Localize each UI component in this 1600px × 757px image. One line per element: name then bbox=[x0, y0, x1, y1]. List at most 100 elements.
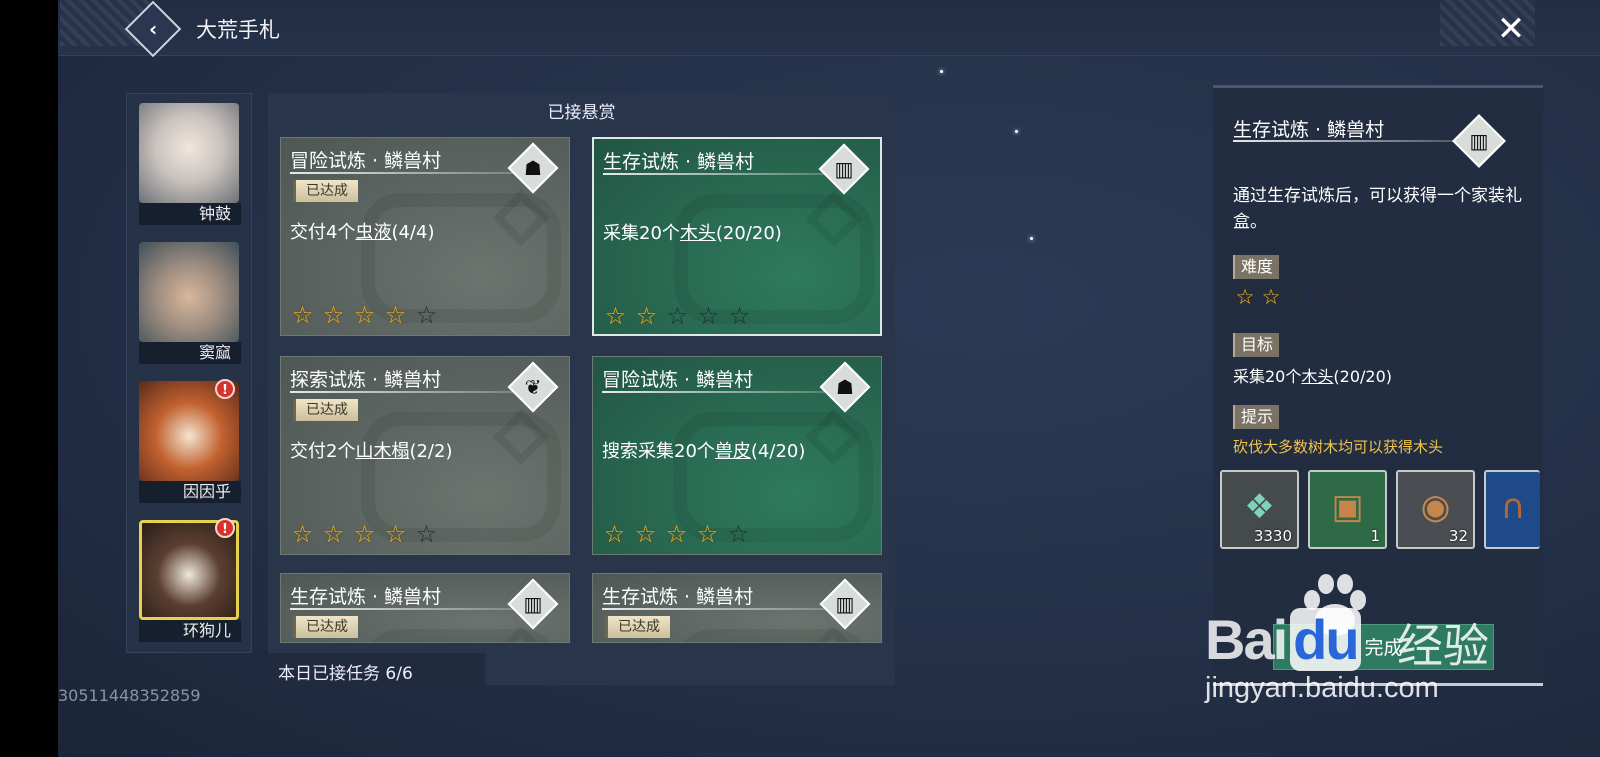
reward-item[interactable]: ∩ bbox=[1484, 470, 1540, 549]
scroll-icon: ▥ bbox=[507, 578, 559, 630]
quest-title-underline bbox=[290, 172, 515, 174]
achieved-badge: 已达成 bbox=[605, 616, 670, 638]
close-button[interactable]: ✕ bbox=[1490, 8, 1532, 50]
top-bar bbox=[58, 0, 1600, 56]
star-icon: ☆ bbox=[1261, 285, 1281, 309]
achieved-badge: 已达成 bbox=[293, 616, 358, 638]
quest-title: 探索试炼 · 鳞兽村 bbox=[290, 369, 442, 391]
user-id: 30511448352859 bbox=[58, 686, 201, 705]
quest-title-underline bbox=[602, 391, 827, 393]
quest-title: 生存试炼 · 鳞兽村 bbox=[602, 586, 754, 608]
star-icon: ☆ bbox=[353, 520, 376, 548]
star-icon: ☆ bbox=[666, 302, 689, 330]
star-icon: ☆ bbox=[727, 520, 750, 548]
close-icon: ✕ bbox=[1496, 9, 1526, 49]
star-icon: ☆ bbox=[384, 520, 407, 548]
star-icon: ☆ bbox=[634, 520, 657, 548]
quest-title: 生存试炼 · 鳞兽村 bbox=[290, 586, 442, 608]
difficulty-stars: ☆ ☆ ☆ ☆ ☆ bbox=[289, 521, 440, 548]
quest-detail-panel bbox=[1213, 85, 1543, 690]
avatar bbox=[139, 103, 239, 203]
star-icon: ☆ bbox=[353, 301, 376, 329]
scroll-icon: ▥ bbox=[818, 143, 870, 195]
star-icon: ☆ bbox=[384, 301, 407, 329]
achieved-badge: 已达成 bbox=[293, 399, 358, 421]
quest-title-underline bbox=[603, 173, 828, 175]
alert-icon: ! bbox=[215, 379, 235, 399]
beast-icon: ❦ bbox=[507, 361, 559, 413]
avatar bbox=[139, 242, 239, 342]
character-slot[interactable]: 钟鼓 bbox=[139, 103, 241, 227]
detail-title-underline bbox=[1233, 140, 1458, 142]
quest-card[interactable]: 生存试炼 · 鳞兽村 ▥ 采集20个木头(20/20) ☆ ☆ ☆ ☆ ☆ bbox=[592, 137, 882, 336]
alert-icon: ! bbox=[215, 518, 235, 538]
left-black-bar bbox=[0, 0, 58, 757]
detail-title: 生存试炼 · 鳞兽村 bbox=[1233, 119, 1385, 141]
quest-objective: 交付4个虫液(4/4) bbox=[290, 222, 435, 243]
star-icon: ☆ bbox=[291, 301, 314, 329]
difficulty-stars: ☆ ☆ ☆ ☆ ☆ bbox=[602, 303, 753, 330]
quest-objective: 交付2个山木榻(2/2) bbox=[290, 441, 453, 462]
mask-icon: ☗ bbox=[819, 361, 871, 413]
reward-item[interactable]: ❖ 3330 bbox=[1220, 470, 1299, 549]
star-icon: ☆ bbox=[604, 302, 627, 330]
reward-count: 1 bbox=[1370, 527, 1380, 545]
mask-icon: ☗ bbox=[507, 142, 559, 194]
quest-objective: 搜索采集20个兽皮(4/20) bbox=[602, 441, 806, 462]
page-title: 大荒手札 bbox=[196, 18, 280, 42]
character-slot[interactable]: 因因乎! bbox=[139, 379, 241, 505]
quest-card[interactable]: 生存试炼 · 鳞兽村 ▥ 已达成 bbox=[592, 573, 882, 643]
daily-task-count: 本日已接任务 6/6 bbox=[278, 664, 413, 684]
quest-title-underline bbox=[290, 391, 515, 393]
star-icon: ☆ bbox=[1287, 285, 1307, 309]
quest-card[interactable]: 探索试炼 · 鳞兽村 ❦ 已达成 交付2个山木榻(2/2) ☆ ☆ ☆ ☆ ☆ bbox=[280, 356, 570, 555]
quest-title-underline bbox=[290, 608, 515, 610]
quest-card[interactable]: 冒险试炼 · 鳞兽村 ☗ 搜索采集20个兽皮(4/20) ☆ ☆ ☆ ☆ ☆ bbox=[592, 356, 882, 555]
character-slot[interactable]: 环狗儿! bbox=[139, 518, 241, 644]
quest-title-underline bbox=[602, 608, 827, 610]
back-arrow-icon: ‹ bbox=[148, 17, 158, 41]
star-icon: ☆ bbox=[415, 301, 438, 329]
reward-list: ❖ 3330 ▣ 1 ◉ 32 ∩ bbox=[1220, 470, 1540, 549]
star-icon: ☆ bbox=[635, 302, 658, 330]
quest-card[interactable]: 冒险试炼 · 鳞兽村 ☗ 已达成 交付4个虫液(4/4) ☆ ☆ ☆ ☆ ☆ bbox=[280, 137, 570, 336]
quest-title: 冒险试炼 · 鳞兽村 bbox=[602, 369, 754, 391]
star-icon: ☆ bbox=[728, 302, 751, 330]
star-icon: ☆ bbox=[696, 520, 719, 548]
hint-label: 提示 bbox=[1233, 405, 1280, 429]
star-icon: ☆ bbox=[1313, 285, 1333, 309]
panel-heading: 已接悬赏 bbox=[547, 103, 616, 123]
difficulty-stars: ☆ ☆ ☆ ☆ ☆ bbox=[1233, 285, 1361, 309]
star-decoration bbox=[940, 70, 943, 73]
star-icon: ☆ bbox=[322, 301, 345, 329]
complete-button[interactable]: 完成 bbox=[1273, 624, 1494, 670]
star-icon: ☆ bbox=[291, 520, 314, 548]
character-name: 因因乎 bbox=[139, 481, 241, 503]
reward-count: 3330 bbox=[1253, 527, 1292, 545]
character-name: 环狗儿 bbox=[139, 620, 241, 642]
star-icon: ☆ bbox=[665, 520, 688, 548]
difficulty-label: 难度 bbox=[1233, 255, 1280, 279]
goal-text: 采集20个木头(20/20) bbox=[1233, 367, 1392, 386]
scroll-icon: ▥ bbox=[819, 578, 871, 630]
reward-item[interactable]: ◉ 32 bbox=[1396, 470, 1475, 549]
quest-title: 生存试炼 · 鳞兽村 bbox=[603, 151, 755, 173]
difficulty-stars: ☆ ☆ ☆ ☆ ☆ bbox=[601, 521, 752, 548]
difficulty-stars: ☆ ☆ ☆ ☆ ☆ bbox=[289, 302, 440, 329]
quest-objective: 采集20个木头(20/20) bbox=[603, 223, 782, 244]
goal-label: 目标 bbox=[1233, 333, 1280, 357]
star-decoration bbox=[1030, 237, 1033, 240]
quest-card[interactable]: 生存试炼 · 鳞兽村 ▥ 已达成 bbox=[280, 573, 570, 643]
horseshoe-icon: ∩ bbox=[1500, 487, 1526, 527]
reward-item[interactable]: ▣ 1 bbox=[1308, 470, 1387, 549]
character-name: 钟鼓 bbox=[139, 203, 241, 225]
star-icon: ☆ bbox=[1235, 285, 1255, 309]
star-decoration bbox=[1015, 130, 1018, 133]
star-icon: ☆ bbox=[603, 520, 626, 548]
character-slot[interactable]: 窦窳 bbox=[139, 242, 241, 366]
star-icon: ☆ bbox=[322, 520, 345, 548]
quest-title: 冒险试炼 · 鳞兽村 bbox=[290, 150, 442, 172]
detail-description: 通过生存试炼后，可以获得一个家装礼盒。 bbox=[1233, 186, 1522, 232]
star-icon: ☆ bbox=[1339, 285, 1359, 309]
detail-bottom-line bbox=[1213, 683, 1543, 686]
